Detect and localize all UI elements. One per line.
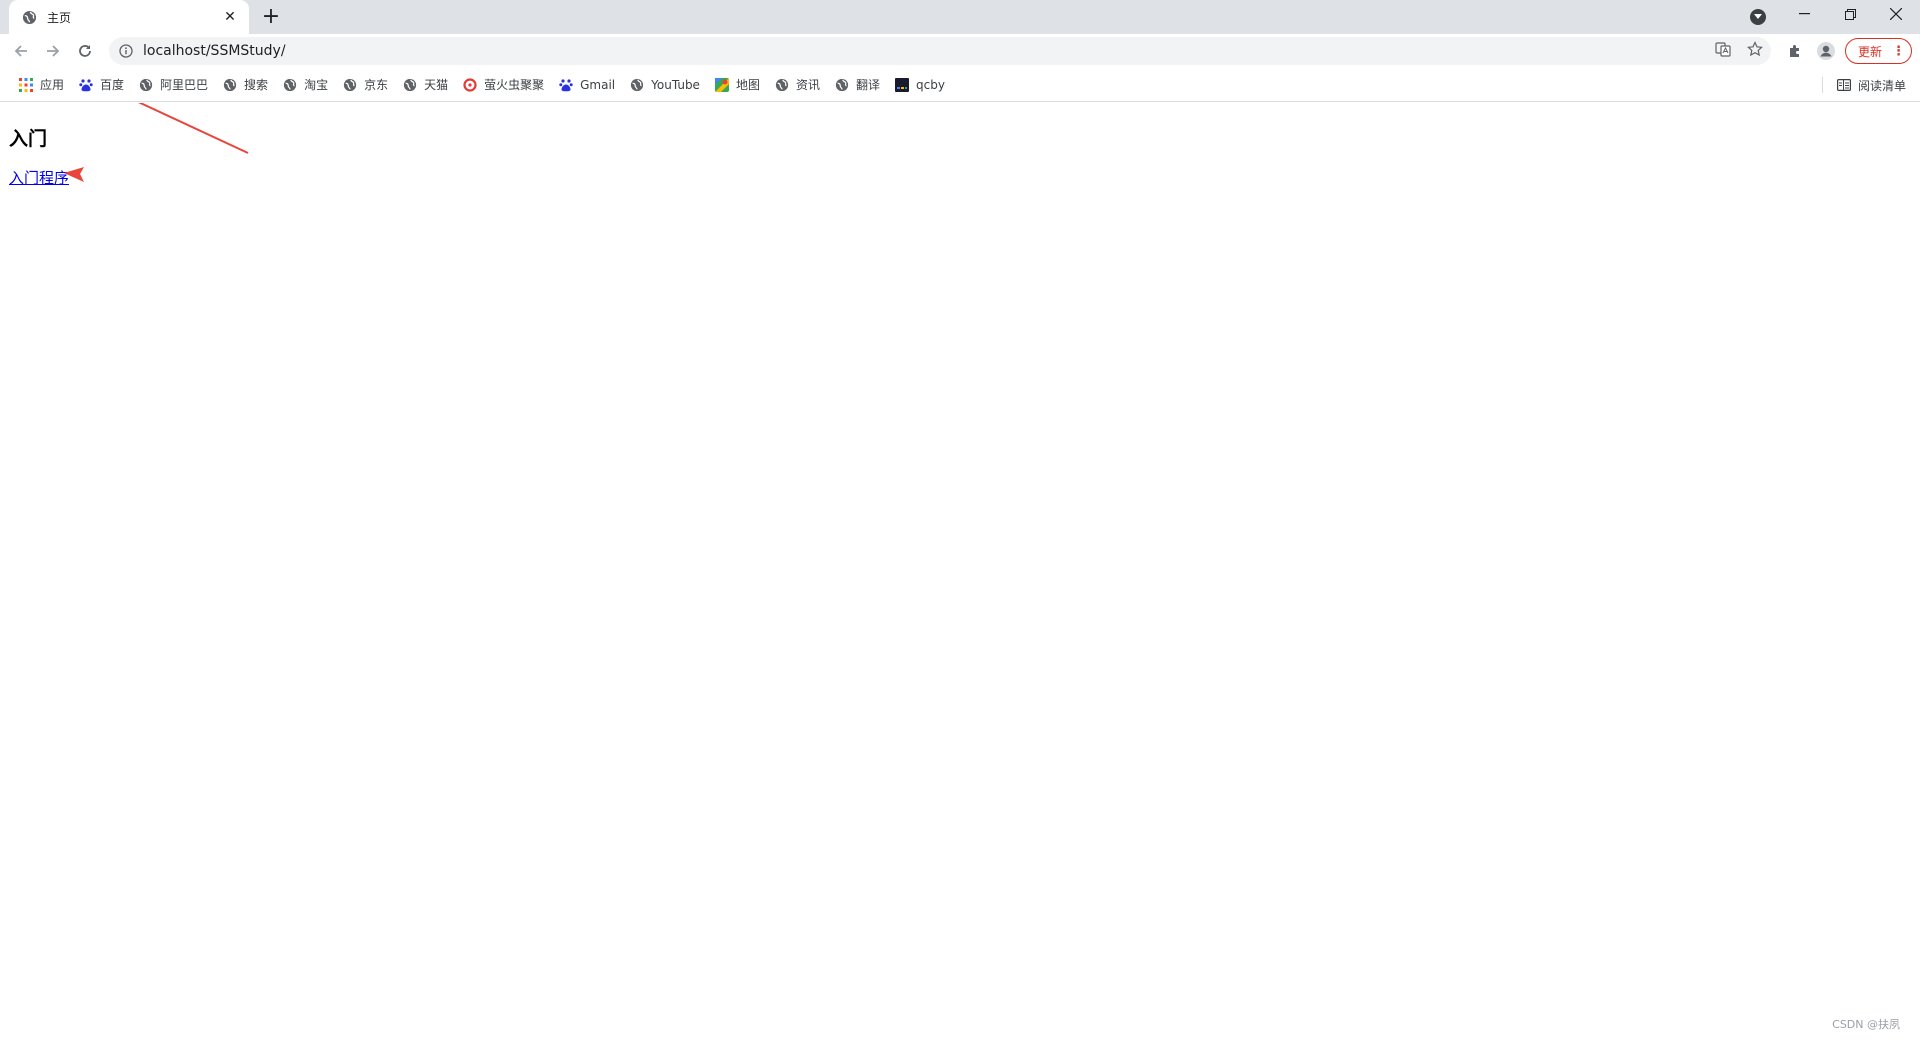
bookmark-youtube[interactable]: YouTube [623, 71, 706, 99]
reading-list-button[interactable]: 阅读清单 [1836, 71, 1906, 99]
bookmark-star-icon[interactable] [1746, 40, 1764, 58]
minimize-icon[interactable] [1782, 0, 1826, 28]
menu-dots-icon[interactable]: ⋮ [1892, 45, 1905, 58]
bookmark-label: 翻译 [855, 78, 880, 92]
toolbar: localhost/SSMStudy/ 更新 ⋮ [0, 34, 1920, 68]
site-info-icon[interactable] [118, 43, 134, 59]
globe-icon [21, 9, 37, 25]
address-bar[interactable]: localhost/SSMStudy/ [109, 37, 1771, 65]
bookmark-alibaba[interactable]: 阿里巴巴 [132, 71, 214, 99]
bookmark-label: 淘宝 [304, 78, 329, 92]
bookmark-apps[interactable]: 应用 [12, 71, 70, 99]
bookmarks-bar: 应用 百度 阿里巴巴 搜索 淘宝 京东 天猫 萤火虫聚聚 Gmail YouTu… [0, 68, 1920, 102]
bookmark-jd[interactable]: 京东 [336, 71, 394, 99]
bookmark-label: YouTube [651, 77, 700, 92]
globe-icon [342, 77, 358, 93]
globe-icon [774, 77, 790, 93]
maps-icon [714, 77, 730, 93]
bookmark-qcby[interactable]: qcby [888, 71, 951, 99]
bookmark-tmall[interactable]: 天猫 [396, 71, 454, 99]
bookmark-label: 搜索 [244, 78, 269, 92]
browser-tab[interactable]: 主页 ✕ [9, 0, 249, 34]
bookmark-maps[interactable]: 地图 [708, 71, 766, 99]
reading-list-icon [1836, 77, 1852, 93]
tab-strip: 主页 ✕ + [0, 0, 1920, 34]
flower-icon [462, 77, 478, 93]
url-text[interactable]: localhost/SSMStudy/ [143, 43, 1771, 59]
bookmark-label: qcby [915, 77, 945, 92]
extensions-puzzle-icon[interactable] [1784, 40, 1806, 62]
tab-title: 主页 [47, 10, 72, 25]
bookmark-label: 资讯 [795, 78, 820, 92]
globe-icon [629, 77, 645, 93]
translate-icon[interactable] [1714, 40, 1732, 58]
watermark: CSDN @扶夙 [1832, 1018, 1900, 1031]
bookmark-taobao[interactable]: 淘宝 [276, 71, 334, 99]
globe-icon [834, 77, 850, 93]
apps-grid-icon [18, 77, 34, 93]
forward-button[interactable] [41, 39, 65, 63]
bookmark-label: 京东 [364, 78, 389, 92]
page-content: 入门 入门程序 CSDN @扶夙 [0, 103, 1920, 1040]
bookmark-search[interactable]: 搜索 [216, 71, 274, 99]
baidu-paw-icon [78, 77, 94, 93]
globe-icon [402, 77, 418, 93]
reload-button[interactable] [73, 39, 97, 63]
bookmark-news[interactable]: 资讯 [768, 71, 826, 99]
back-button[interactable] [9, 39, 33, 63]
close-window-icon[interactable] [1874, 0, 1918, 28]
bookmark-baidu[interactable]: 百度 [72, 71, 130, 99]
baidu-paw-icon [558, 77, 574, 93]
new-tab-button[interactable]: + [260, 6, 282, 28]
annotation-arrow-shaft [138, 103, 249, 154]
globe-icon [138, 77, 154, 93]
tab-search-icon[interactable] [1750, 9, 1766, 25]
profile-avatar-icon[interactable] [1815, 40, 1837, 62]
close-tab-icon[interactable]: ✕ [221, 8, 239, 26]
bookmark-translate[interactable]: 翻译 [828, 71, 886, 99]
divider [1822, 77, 1823, 93]
bookmark-label: 百度 [100, 78, 125, 92]
globe-icon [222, 77, 238, 93]
qcby-icon [894, 77, 910, 93]
update-label: 更新 [1858, 44, 1883, 59]
globe-icon [282, 77, 298, 93]
annotation-arrow-head [64, 167, 84, 182]
bookmark-label: 阿里巴巴 [160, 78, 209, 92]
bookmark-label: Gmail [580, 77, 616, 92]
bookmark-label: 天猫 [424, 78, 449, 92]
bookmark-label: 萤火虫聚聚 [484, 78, 545, 92]
reading-list-label: 阅读清单 [1857, 78, 1906, 93]
restore-icon[interactable] [1828, 0, 1872, 28]
update-button[interactable]: 更新 ⋮ [1845, 38, 1912, 64]
bookmark-label: 地图 [735, 78, 760, 92]
bookmark-label: 应用 [40, 78, 65, 92]
bookmark-firefly[interactable]: 萤火虫聚聚 [456, 71, 550, 99]
annotation-arrow [64, 103, 249, 182]
bookmark-gmail[interactable]: Gmail [552, 71, 621, 99]
